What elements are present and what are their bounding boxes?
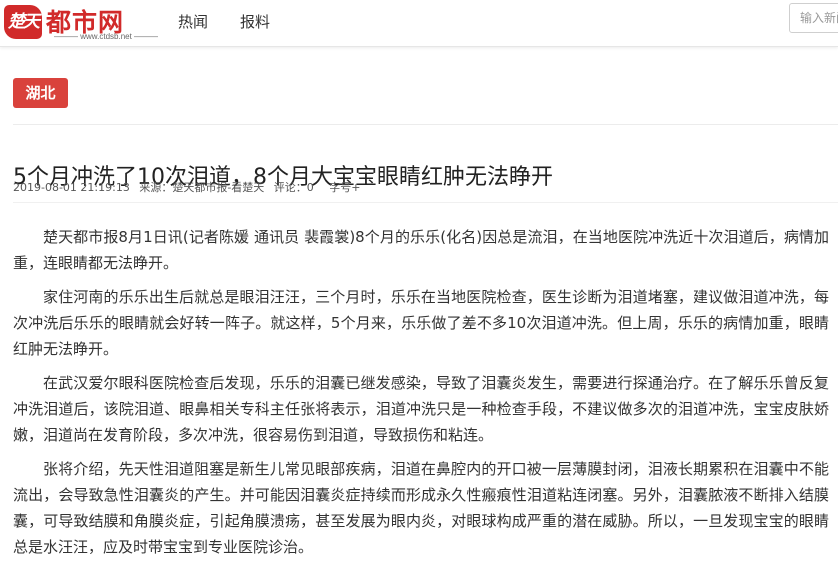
logo-url: ——— www.ctdsb.net ——— <box>54 32 159 41</box>
top-bar: 楚天 都市网 ——— www.ctdsb.net ——— 热闻 报料 <box>0 0 838 47</box>
article-paragraph: 楚天都市报8月1日讯(记者陈媛 通讯员 裴霞裳)8个月的乐乐(化名)因总是流泪，… <box>13 228 829 272</box>
font-size-button[interactable]: 字号+ <box>329 181 360 194</box>
nav-report[interactable]: 报料 <box>240 11 270 32</box>
category-badge[interactable]: 湖北 <box>13 78 68 108</box>
article-paragraph: 家住河南的乐乐出生后就总是眼泪汪汪，三个月时，乐乐在当地医院检查，医生诊断为泪道… <box>13 288 829 358</box>
comment-count[interactable]: 评论：0 <box>274 181 314 194</box>
divider <box>13 124 838 125</box>
search-input[interactable] <box>789 3 838 33</box>
site-logo[interactable]: 楚天 都市网 ——— www.ctdsb.net ——— <box>4 3 158 43</box>
divider <box>13 202 838 203</box>
article-paragraph: 张将介绍，先天性泪道阻塞是新生儿常见眼部疾病，泪道在鼻腔内的开口被一层薄膜封闭，… <box>13 460 829 556</box>
publish-date: 2019-08-01 21:19:13 <box>13 181 130 194</box>
article-paragraph: 在武汉爱尔眼科医院检查后发现，乐乐的泪囊已继发感染，导致了泪囊炎发生，需要进行探… <box>13 374 829 444</box>
article-meta: 2019-08-01 21:19:13 来源：楚天都市报-看楚天 评论：0 字号… <box>13 179 367 195</box>
logo-mark: 楚天 <box>4 5 42 39</box>
article-body: 楚天都市报8月1日讯(记者陈媛 通讯员 裴霞裳)8个月的乐乐(化名)因总是流泪，… <box>13 224 829 568</box>
nav-hot-news[interactable]: 热闻 <box>178 11 208 32</box>
article-source: 来源：楚天都市报-看楚天 <box>139 181 265 194</box>
